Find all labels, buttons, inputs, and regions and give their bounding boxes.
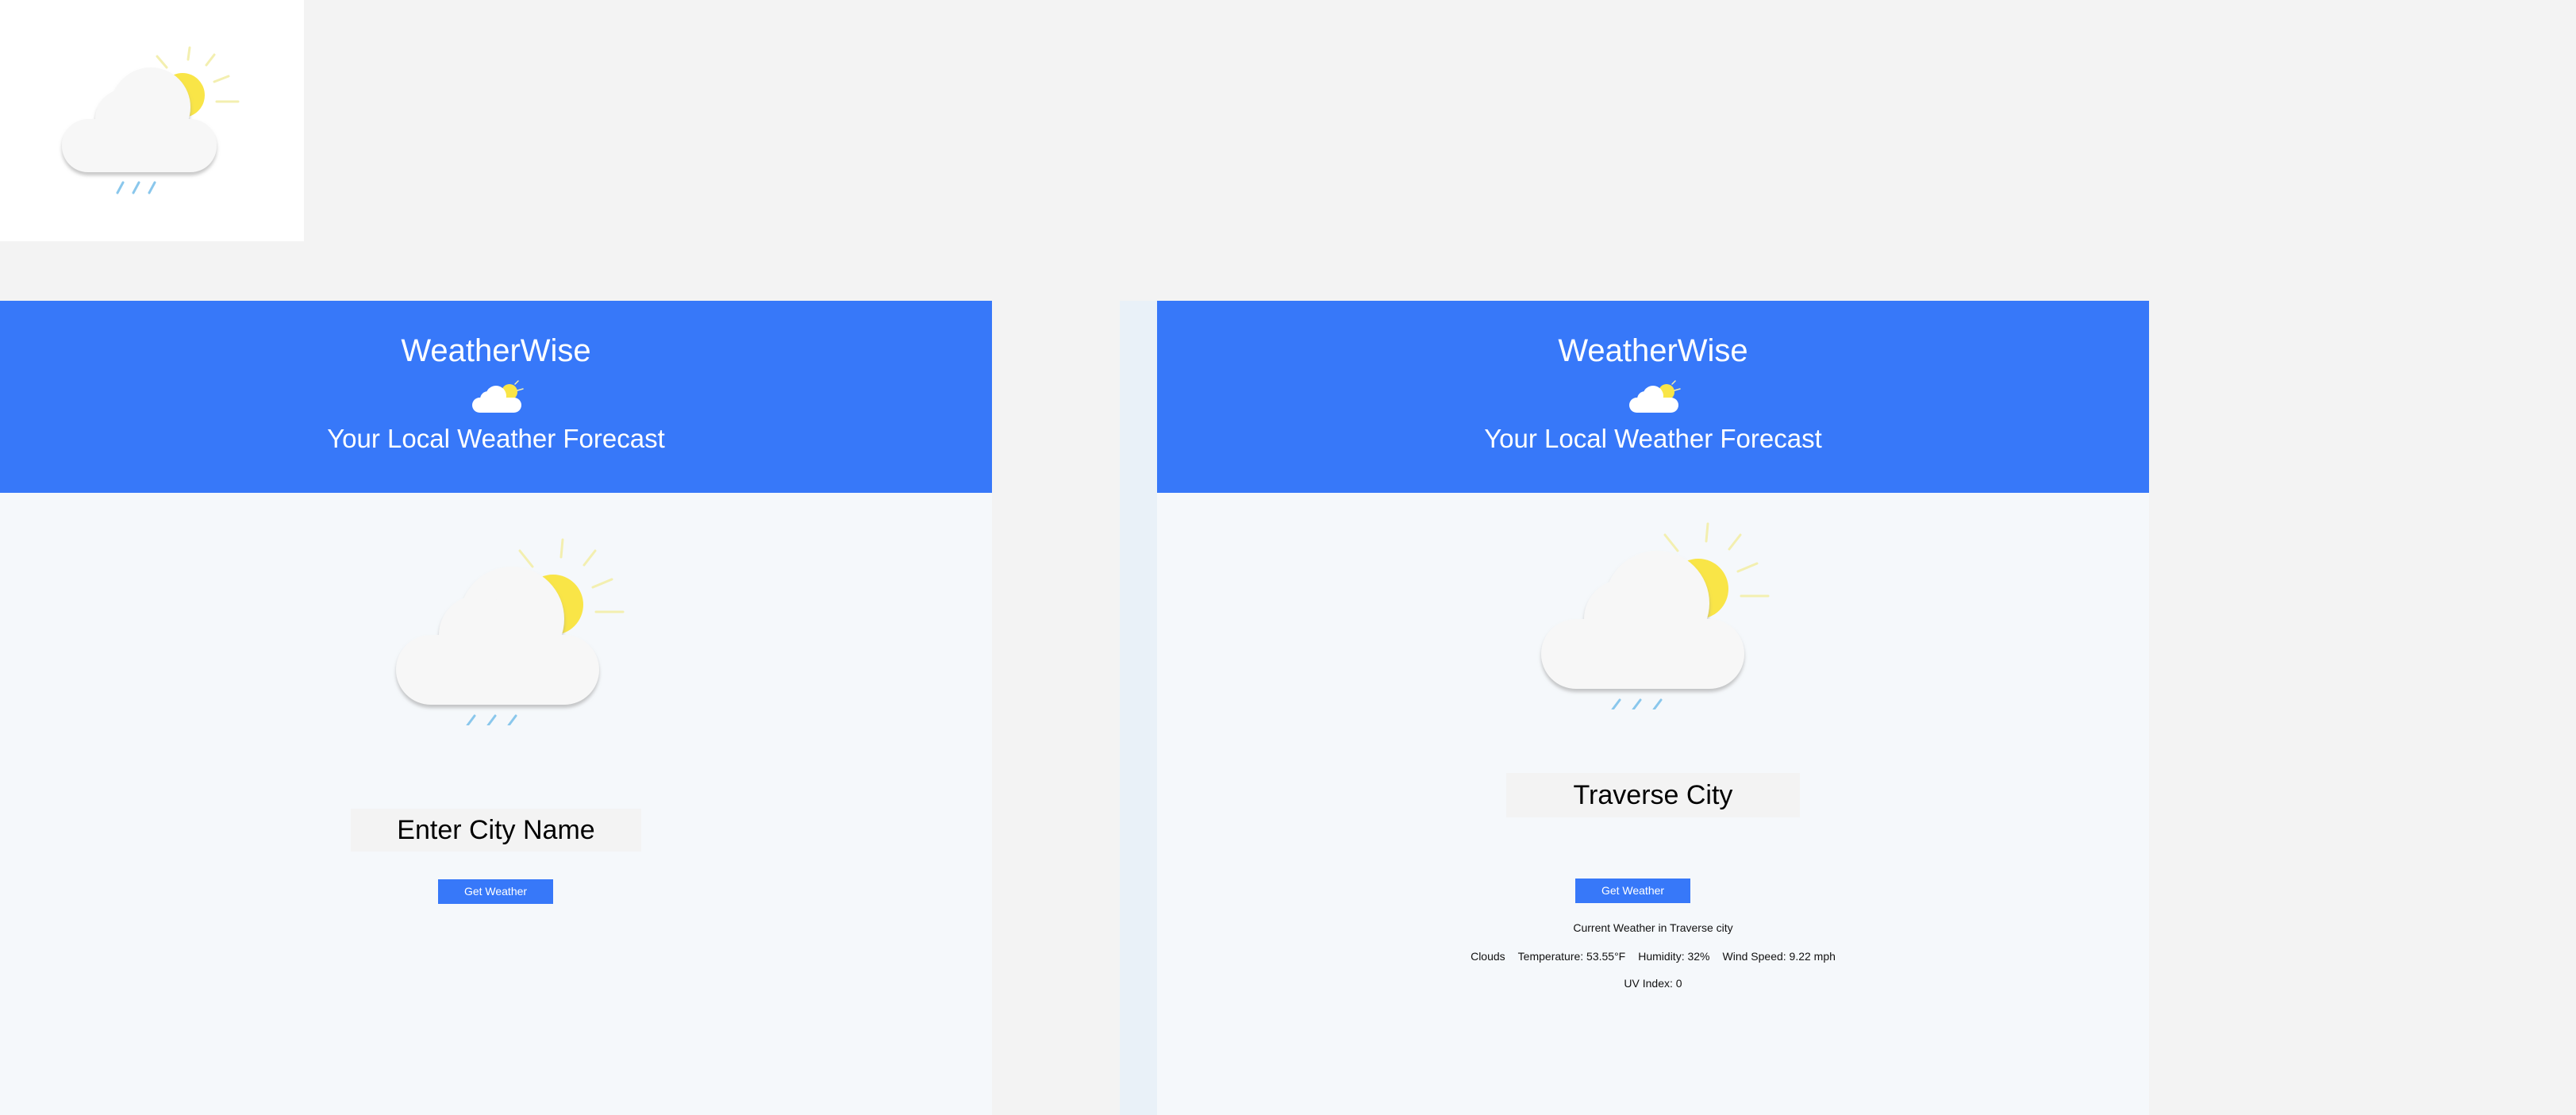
panel-divider: [1120, 301, 1157, 1115]
app-logo-tile: [0, 0, 304, 241]
city-search-input[interactable]: [1506, 773, 1800, 817]
weather-uv-index: UV Index: 0: [1624, 977, 1682, 990]
weather-app-panel-empty: WeatherWise Your Local Weather Forecast: [0, 301, 992, 1115]
app-header: WeatherWise Your Local Weather Forecast: [0, 301, 992, 493]
app-title: WeatherWise: [401, 333, 591, 368]
app-subtitle: Your Local Weather Forecast: [1484, 424, 1822, 453]
weather-wind-speed: Wind Speed: 9.22 mph: [1722, 950, 1836, 963]
weather-humidity: Humidity: 32%: [1638, 950, 1710, 963]
weather-temperature: Temperature: 53.55°F: [1517, 950, 1626, 963]
app-header: WeatherWise Your Local Weather Forecast: [1157, 301, 2149, 493]
get-weather-button[interactable]: Get Weather: [438, 879, 553, 904]
app-subtitle: Your Local Weather Forecast: [327, 424, 665, 453]
weather-result-heading: Current Weather in Traverse city: [1573, 921, 1733, 934]
weather-app-panel-results: WeatherWise Your Local Weather Forecast: [1157, 301, 2149, 1115]
partly-cloudy-rain-icon: [396, 538, 625, 725]
partly-cloudy-icon: [472, 380, 524, 413]
partly-cloudy-icon: [1629, 380, 1681, 413]
get-weather-button[interactable]: Get Weather: [1575, 879, 1690, 903]
weather-result-details: Clouds Temperature: 53.55°F Humidity: 32% W…: [1157, 949, 2149, 963]
partly-cloudy-rain-icon: [1541, 522, 1770, 709]
partly-cloudy-rain-icon: [62, 46, 240, 194]
weather-condition: Clouds: [1471, 950, 1505, 963]
city-search-input[interactable]: [351, 809, 641, 852]
app-title: WeatherWise: [1558, 333, 1748, 368]
